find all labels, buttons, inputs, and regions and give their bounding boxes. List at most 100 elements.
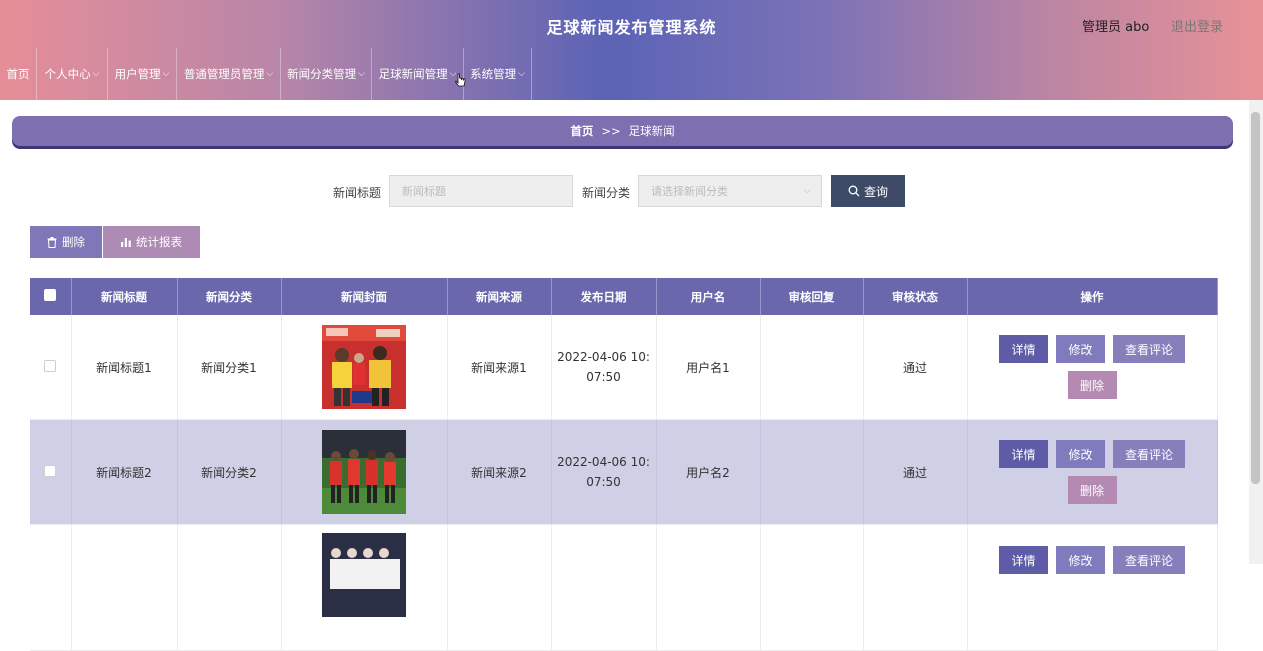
edit-button[interactable]: 修改 [1056, 546, 1105, 574]
table-row: 详情 修改 查看评论 [30, 524, 1218, 651]
news-category-label: 新闻分类 [582, 186, 631, 200]
table-header-row: 新闻标题 新闻分类 新闻封面 新闻来源 发布日期 用户名 审核回复 审核状态 操… [30, 278, 1218, 315]
operations-cell: 详情 修改 查看评论 删除 [967, 315, 1218, 420]
column-header: 用户名 [656, 278, 761, 315]
breadcrumb: 首页 >> 足球新闻 [12, 116, 1233, 146]
nav-item-label: 首页 [6, 67, 30, 81]
news-title-cell [71, 524, 178, 651]
mouse-pointer-icon [455, 73, 466, 87]
username-cell: 用户名2 [656, 419, 761, 525]
scrollbar-thumb[interactable] [1251, 112, 1260, 484]
news-category-select[interactable]: 请选择新闻分类 ⌵ [638, 175, 822, 207]
edit-button[interactable]: 修改 [1056, 335, 1105, 363]
nav-item-football-news-management[interactable]: 足球新闻管理 ⌵ [372, 48, 464, 100]
query-button-label: 查询 [863, 184, 888, 199]
batch-delete-button[interactable]: 删除 [30, 226, 102, 258]
row-checkbox[interactable] [44, 464, 57, 477]
news-table: 新闻标题 新闻分类 新闻封面 新闻来源 发布日期 用户名 审核回复 审核状态 操… [30, 278, 1218, 651]
column-header: 审核回复 [760, 278, 864, 315]
edit-button[interactable]: 修改 [1056, 440, 1105, 468]
view-comments-button[interactable]: 查看评论 [1113, 335, 1185, 363]
trash-icon [47, 236, 57, 248]
nav-item-personal-center[interactable]: 个人中心 ⌵ [37, 48, 108, 100]
chevron-down-icon: ⌵ [803, 185, 811, 196]
news-title-cell: 新闻标题1 [71, 315, 178, 420]
admin-user-label: 管理员 abo [1082, 20, 1150, 35]
review-reply-cell [760, 524, 864, 651]
stats-report-label: 统计报表 [136, 235, 182, 249]
publish-time-line: 07:50 [586, 370, 621, 384]
news-cover-image[interactable] [322, 533, 406, 617]
news-cover-cell [281, 419, 448, 525]
news-category-cell [177, 524, 282, 651]
publish-time-line: 07:50 [586, 475, 621, 489]
publish-date-cell: 2022-04-06 10: 07:50 [551, 315, 657, 420]
nav-item-user-management[interactable]: 用户管理 ⌵ [108, 48, 177, 100]
view-comments-button[interactable]: 查看评论 [1113, 546, 1185, 574]
column-header: 审核状态 [863, 278, 968, 315]
operations-cell: 详情 修改 查看评论 [967, 524, 1218, 651]
review-status-cell: 通过 [863, 315, 968, 420]
news-title-input[interactable]: 新闻标题 [389, 175, 573, 207]
news-source-cell: 新闻来源1 [447, 315, 552, 420]
detail-button[interactable]: 详情 [999, 440, 1048, 468]
view-comments-button[interactable]: 查看评论 [1113, 440, 1185, 468]
nav-item-admin-management[interactable]: 普通管理员管理 ⌵ [177, 48, 281, 100]
news-category-cell: 新闻分类2 [177, 419, 282, 525]
nav-item-system-management[interactable]: 系统管理 ⌵ [464, 48, 532, 100]
select-all-header [30, 278, 72, 315]
nav-item-home[interactable]: 首页 [0, 48, 37, 100]
app-title: 足球新闻发布管理系统 [546, 18, 717, 37]
news-category-cell: 新闻分类1 [177, 315, 282, 420]
review-reply-cell [760, 419, 864, 525]
column-header: 新闻封面 [281, 278, 448, 315]
nav-item-label: 系统管理 [470, 67, 517, 81]
news-cover-image[interactable] [322, 325, 406, 409]
news-title-placeholder: 新闻标题 [402, 185, 446, 198]
select-all-checkbox[interactable] [44, 289, 57, 301]
nav-item-label: 新闻分类管理 [287, 67, 357, 81]
review-status-cell: 通过 [863, 419, 968, 525]
column-header: 操作 [967, 278, 1218, 315]
nav-item-label: 普通管理员管理 [183, 67, 265, 81]
delete-button[interactable]: 删除 [1067, 371, 1117, 399]
batch-delete-label: 删除 [62, 235, 85, 249]
publish-date-line: 2022-04-06 10: [557, 350, 650, 364]
nav-item-category-management[interactable]: 新闻分类管理 ⌵ [281, 48, 372, 100]
username-cell: 用户名1 [656, 315, 761, 420]
table-row: 新闻标题2 新闻分类2 新闻来源2 2022-04-06 10: 07:50 用… [30, 419, 1218, 525]
breadcrumb-separator: >> [601, 124, 621, 138]
logout-link[interactable]: 退出登录 [1171, 16, 1223, 35]
detail-button[interactable]: 详情 [999, 335, 1048, 363]
column-header: 发布日期 [551, 278, 657, 315]
news-title-label: 新闻标题 [333, 186, 382, 200]
row-select-cell [30, 419, 72, 525]
chevron-down-icon: ⌵ [92, 69, 100, 79]
column-header: 新闻分类 [177, 278, 282, 315]
row-select-cell [30, 315, 72, 420]
nav-item-label: 用户管理 [114, 67, 161, 81]
review-status-cell [863, 524, 968, 651]
column-header: 新闻标题 [71, 278, 178, 315]
nav-item-label: 个人中心 [44, 67, 91, 81]
column-header: 新闻来源 [447, 278, 552, 315]
news-cover-cell [281, 524, 448, 651]
news-cover-image[interactable] [322, 430, 406, 514]
news-source-cell [447, 524, 552, 651]
breadcrumb-home[interactable]: 首页 [570, 123, 593, 139]
review-reply-cell [760, 315, 864, 420]
detail-button[interactable]: 详情 [999, 546, 1048, 574]
delete-button[interactable]: 删除 [1067, 476, 1117, 504]
row-checkbox[interactable] [44, 359, 57, 372]
stats-report-button[interactable]: 统计报表 [103, 226, 200, 258]
news-source-cell: 新闻来源2 [447, 419, 552, 525]
search-icon [848, 185, 860, 197]
query-button[interactable]: 查询 [831, 175, 905, 207]
username-cell [656, 524, 761, 651]
chevron-down-icon: ⌵ [162, 69, 170, 79]
main-nav: 首页 个人中心 ⌵ 用户管理 ⌵ 普通管理员管理 ⌵ 新闻分类管理 ⌵ 足球新闻管理 ⌵ … [0, 48, 532, 100]
chevron-down-icon: ⌵ [266, 69, 274, 79]
nav-item-label: 足球新闻管理 [378, 67, 448, 81]
table-row: 新闻标题1 新闻分类1 新闻来源1 2022-04-06 10: 07:50 用… [30, 315, 1218, 420]
breadcrumb-current: 足球新闻 [628, 124, 675, 138]
